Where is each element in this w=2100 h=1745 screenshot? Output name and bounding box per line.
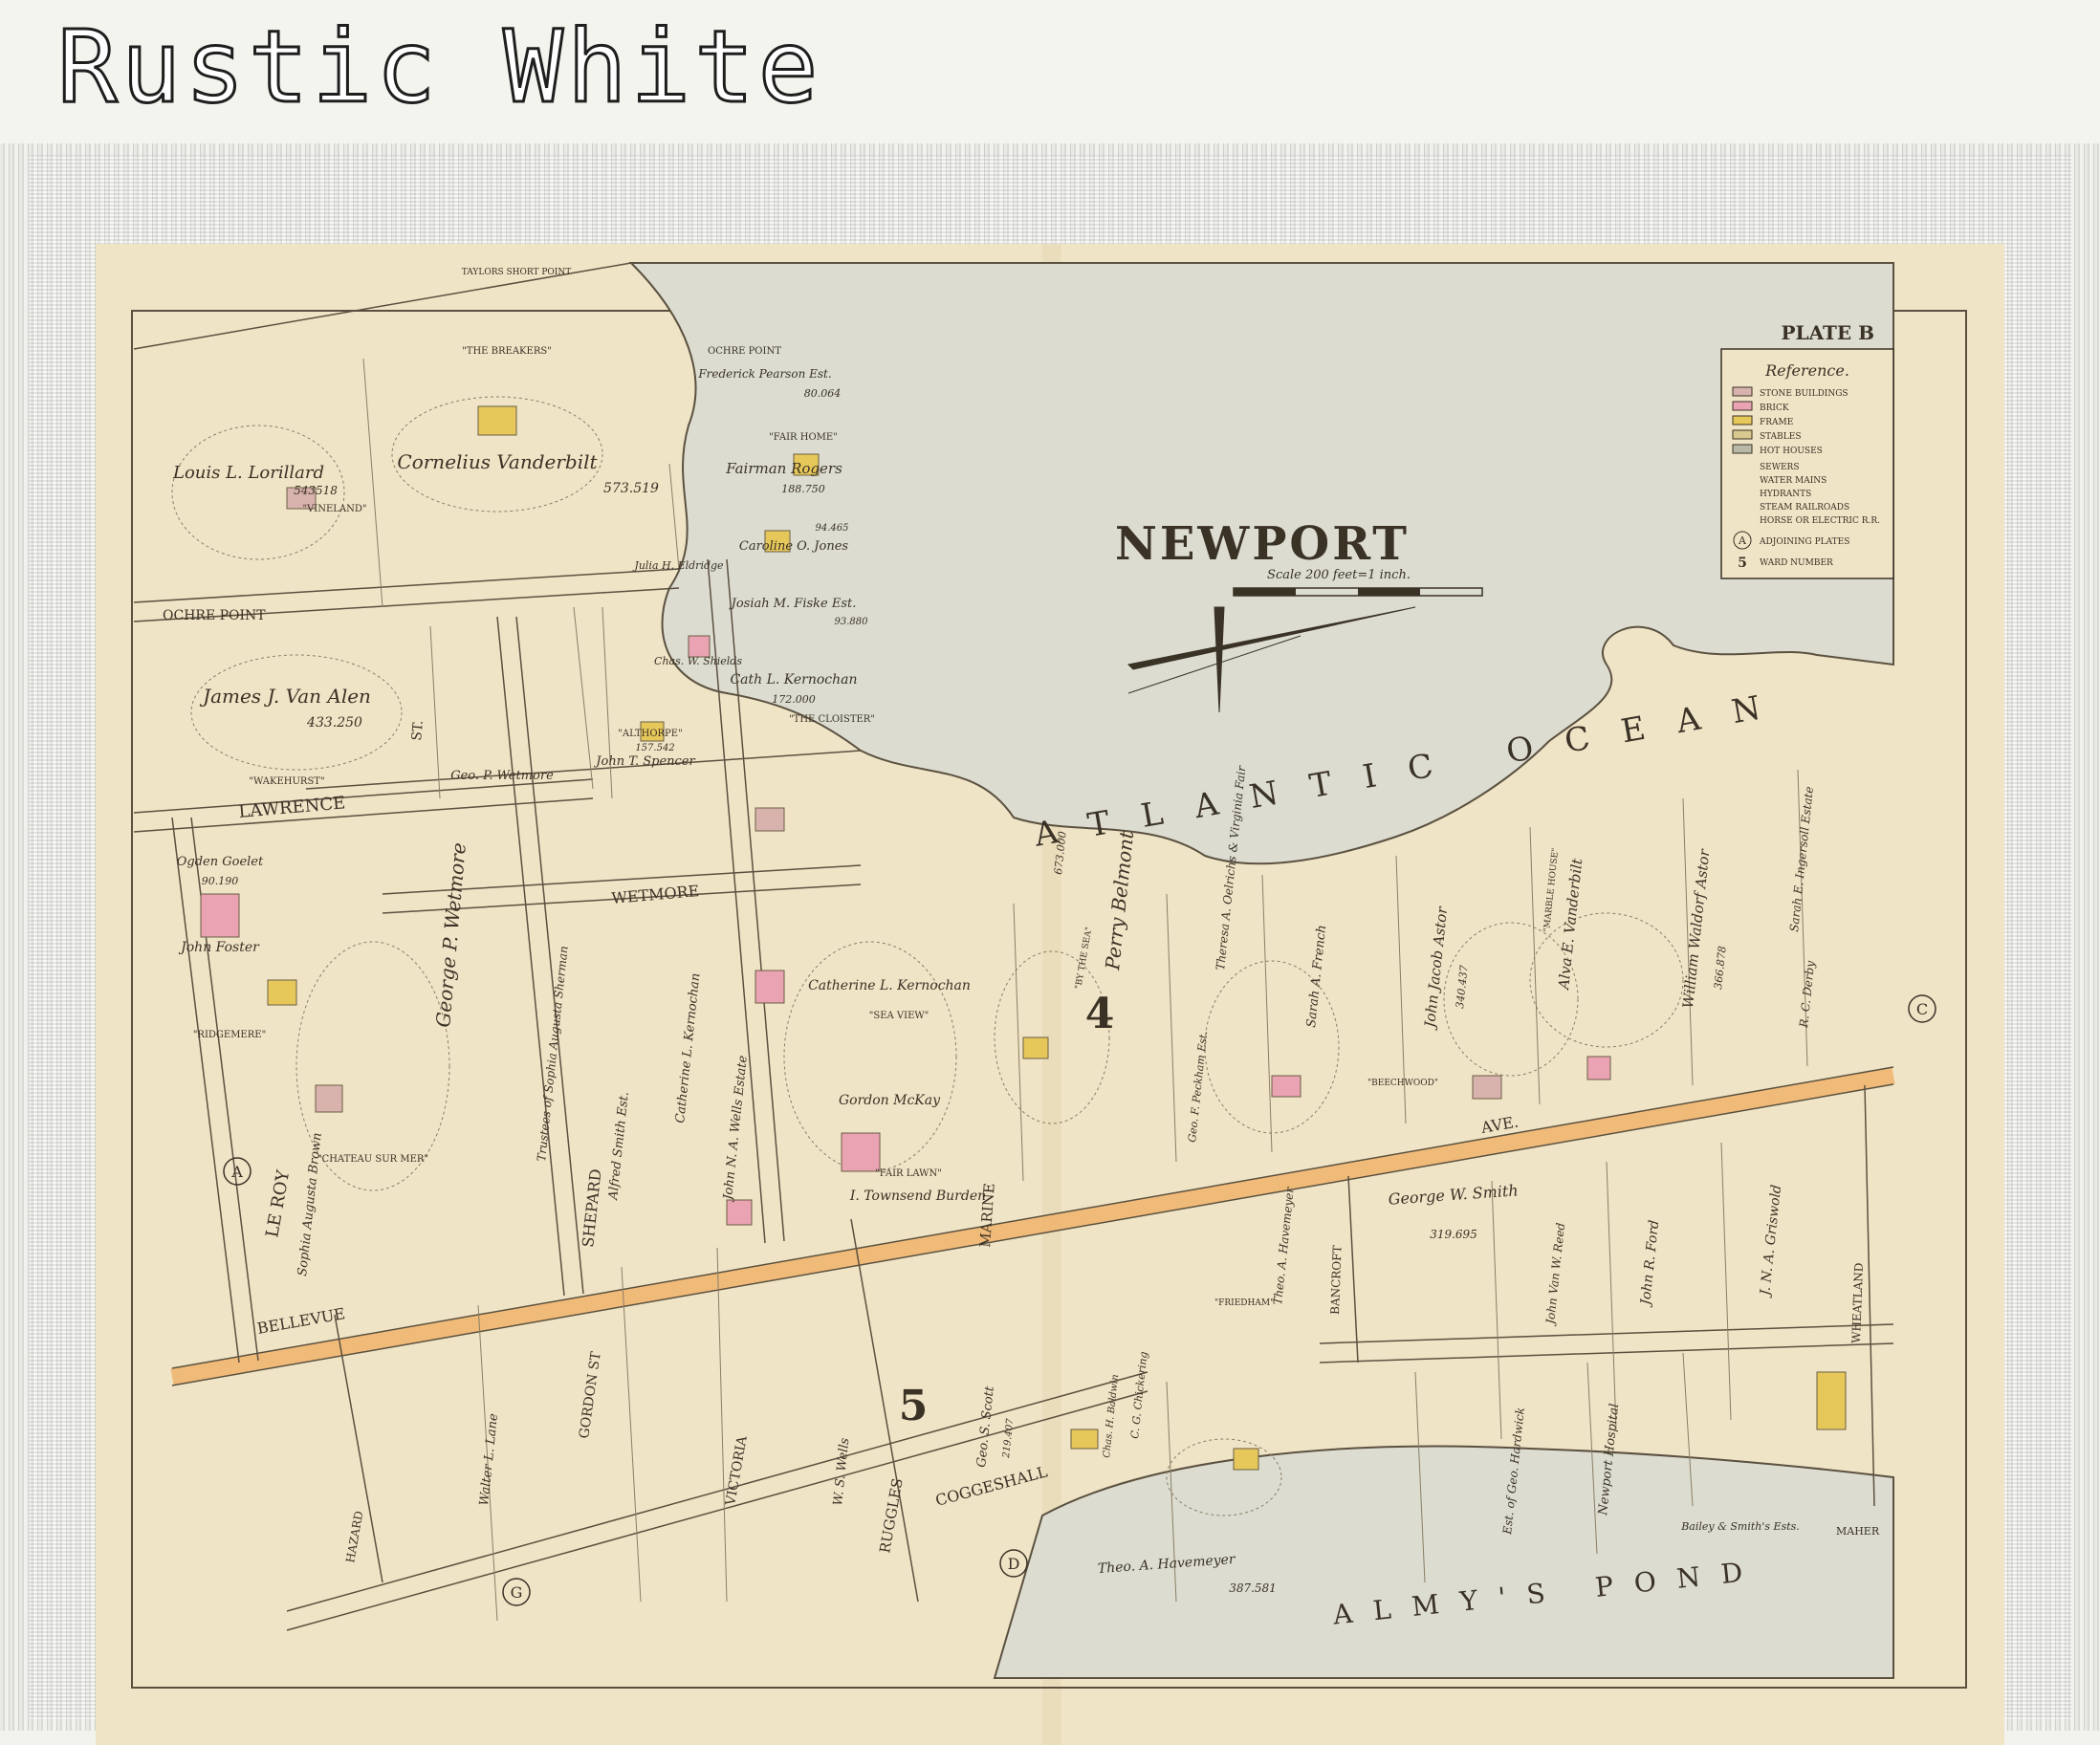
owner-jones-area: 94.465 (816, 523, 849, 534)
label-wakehurst: "WAKEHURST" (249, 776, 324, 787)
building-kernochan (755, 970, 785, 1004)
map-title: NEWPORT (1115, 517, 1410, 571)
label-ridgemere: "RIDGEMERE" (193, 1030, 266, 1040)
ward-5: 5 (899, 1382, 929, 1430)
owner-van-alen-area: 433.250 (306, 715, 362, 731)
building-wells (726, 1199, 753, 1226)
building-shields (688, 635, 711, 658)
owner-shields: Chas. W. Shields (654, 655, 742, 667)
label-breakers: "THE BREAKERS" (462, 346, 552, 357)
ref-stone: STONE BUILDINGS (1760, 389, 1848, 399)
owner-bailey: Bailey & Smith's Ests. (1680, 1520, 1800, 1533)
building-cloister (755, 807, 785, 832)
owner-spencer-area: 157.542 (635, 743, 674, 753)
building-beechwood (1271, 1075, 1302, 1098)
owner-jones: Caroline O. Jones (739, 539, 849, 554)
reference-legend: Reference. STONE BUILDINGS BRICK FRAME S… (1720, 348, 1894, 579)
label-beechwood: "BEECHWOOD" (1367, 1079, 1438, 1088)
building-chateau (315, 1084, 343, 1113)
ref-hothouses: HOT HOUSES (1760, 447, 1823, 456)
ref-hydrants: HYDRANTS (1760, 490, 1811, 499)
newport-map: Reference. STONE BUILDINGS BRICK FRAME S… (96, 244, 2004, 1745)
owner-goelet-area: 90.190 (202, 875, 239, 887)
taylor-point: TAYLORS SHORT POINT (462, 268, 572, 277)
scale-text: Scale 200 feet=1 inch. (1267, 568, 1411, 582)
ward-4: 4 (1085, 990, 1115, 1038)
label-fair-home: "FAIR HOME" (769, 432, 838, 443)
street-wheatland: WHEATLAND (1849, 1262, 1866, 1343)
ref-brick: BRICK (1760, 404, 1789, 413)
owner-havemeyer-area: 387.581 (1229, 1581, 1277, 1595)
map-print: Reference. STONE BUILDINGS BRICK FRAME S… (96, 244, 2004, 1745)
label-chateau: "CHATEAU SUR MER" (317, 1154, 428, 1165)
ref-plate-symbol: A (1738, 534, 1747, 547)
building-belmont (1022, 1036, 1049, 1059)
ref-sewers: SEWERS (1760, 463, 1800, 472)
plate-a: A (230, 1163, 243, 1181)
building-chickering (1070, 1429, 1099, 1450)
owner-pearson-area: 80.064 (804, 387, 842, 400)
owner-pearson: Frederick Pearson Est. (697, 367, 831, 381)
owner-spencer: John T. Spencer (593, 754, 695, 769)
ref-water: WATER MAINS (1760, 476, 1827, 486)
ref-ward: WARD NUMBER (1760, 558, 1833, 568)
label-vineland: "VINELAND" (302, 504, 366, 514)
building-hardwick (1233, 1448, 1259, 1471)
owner-eldridge: Julia H. Eldridge (632, 559, 724, 572)
building-goelet (200, 893, 240, 938)
street-st: ST. (409, 720, 427, 742)
building-fairlawn (841, 1132, 881, 1172)
plate-c: C (1916, 1000, 1928, 1018)
owner-goelet: Ogden Goelet (177, 855, 264, 869)
picture-frame: Reference. STONE BUILDINGS BRICK FRAME S… (0, 143, 2100, 1745)
building-breakers (477, 405, 517, 436)
owner-rogers-area: 188.750 (781, 483, 825, 495)
owner-mckay: Gordon McKay (839, 1093, 941, 1108)
label-althorpe: "ALTHORPE" (618, 729, 682, 739)
owner-kernochan-cath-area: 172.000 (772, 693, 816, 706)
ref-frame: FRAME (1760, 418, 1793, 427)
plate-g: G (511, 1583, 523, 1602)
owner-fiske-area: 93.880 (835, 617, 869, 627)
plate-label: PLATE B (1781, 321, 1874, 344)
building-marble (1472, 1075, 1502, 1100)
ochre-point: OCHRE POINT (708, 346, 781, 357)
owner-van-alen: James J. Van Alen (199, 685, 371, 708)
owner-smith-gw-area: 319.695 (1430, 1228, 1477, 1241)
ref-stables: STABLES (1760, 432, 1802, 442)
label-cloister: "THE CLOISTER" (789, 714, 875, 725)
owner-kernochan-cath: Cath L. Kernochan (730, 672, 857, 687)
owner-rogers: Fairman Rogers (725, 460, 842, 477)
plate-d: D (1008, 1555, 1020, 1573)
owner-lorillard-area: 543518 (294, 484, 338, 497)
building-foster (267, 979, 297, 1006)
ref-steam: STEAM RAILROADS (1760, 503, 1849, 513)
owner-wetmore-geo: Geo. P. Wetmore (450, 769, 554, 783)
building-group-east (1816, 1371, 1847, 1430)
street-ochre-point: OCHRE POINT (163, 608, 266, 623)
label-seaview: "SEA VIEW" (869, 1011, 930, 1021)
owner-kernochan-cl: Catherine L. Kernochan (808, 978, 971, 993)
ref-horse: HORSE OR ELECTRIC R.R. (1760, 516, 1880, 526)
ref-adjoining: ADJOINING PLATES (1759, 537, 1849, 547)
street-maher: MAHER (1836, 1525, 1880, 1538)
owner-fiske: Josiah M. Fiske Est. (729, 597, 857, 611)
label-fairlawn: "FAIR LAWN" (875, 1168, 942, 1179)
reference-title: Reference. (1764, 361, 1849, 380)
owner-burden: I. Townsend Burden (849, 1189, 986, 1204)
owner-vanderbilt: Cornelius Vanderbilt (397, 450, 598, 473)
banner: Rustic White (0, 0, 2100, 143)
owner-vanderbilt-area: 573.519 (603, 481, 659, 496)
street-bancroft: BANCROFT (1328, 1245, 1345, 1315)
ref-ward-symbol: 5 (1738, 556, 1747, 571)
building-astor (1586, 1056, 1611, 1080)
owner-lorillard: Louis L. Lorillard (172, 463, 324, 483)
label-friedham: "FRIEDHAM" (1214, 1298, 1274, 1308)
banner-title: Rustic White (55, 9, 822, 125)
owner-foster: John Foster (178, 940, 260, 955)
